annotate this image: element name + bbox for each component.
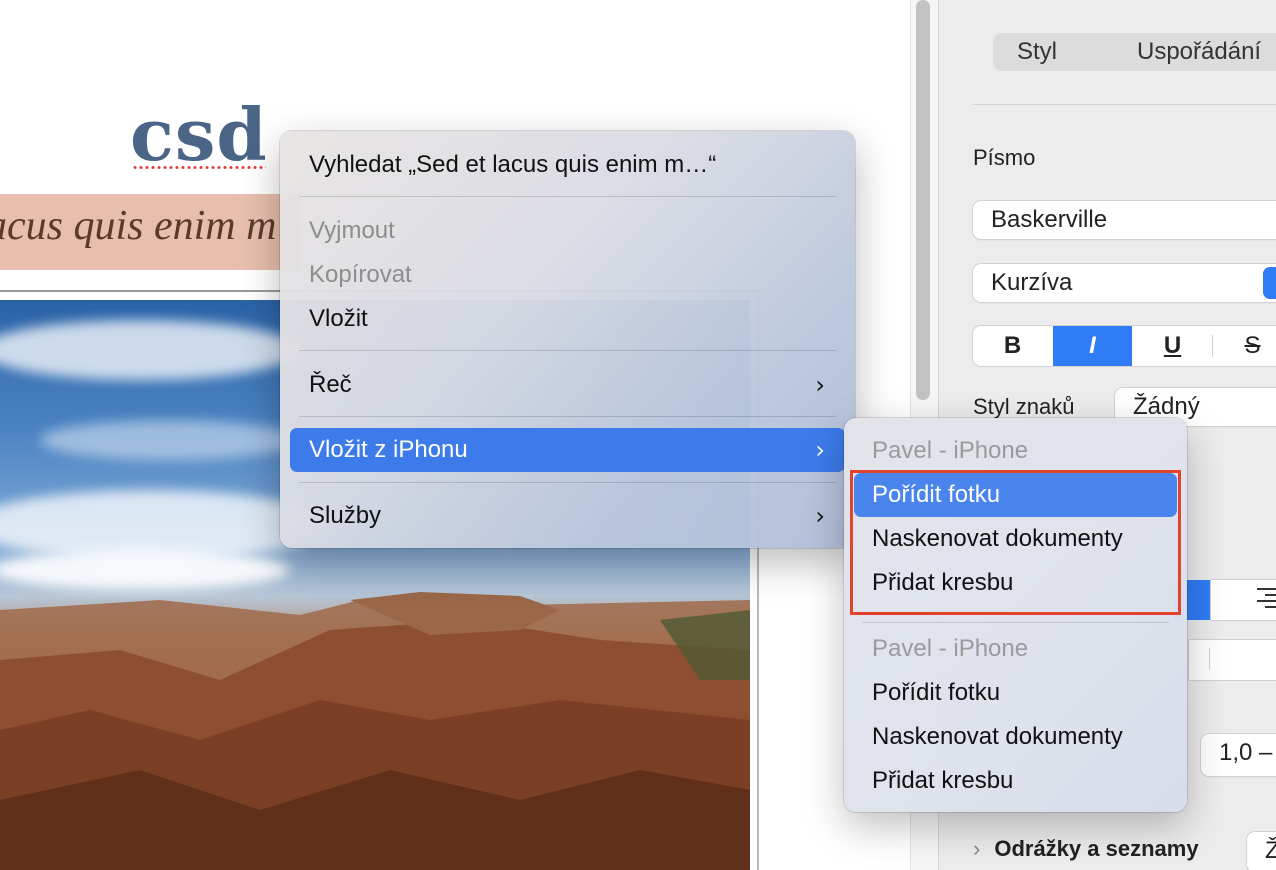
- menu-separator: [299, 196, 836, 197]
- menu-separator: [299, 482, 836, 483]
- submenu-add-sketch[interactable]: Přidat kresbu: [854, 759, 1177, 803]
- annotation-highlight-box: [850, 470, 1181, 615]
- font-family-popup[interactable]: Baskerville: [973, 201, 1276, 239]
- selected-quote-text[interactable]: acus quis enim m: [0, 194, 300, 270]
- bold-button[interactable]: B: [973, 326, 1052, 366]
- inspector-divider: [973, 104, 1276, 105]
- typeface-popup-arrows-icon[interactable]: [1263, 267, 1276, 299]
- menu-item-speech[interactable]: Řeč ›: [290, 363, 845, 407]
- document-heading-word[interactable]: csd: [130, 92, 268, 177]
- chevron-right-icon: ›: [815, 436, 825, 464]
- document-scrollbar-thumb[interactable]: [916, 0, 930, 400]
- bullets-section-toggle[interactable]: › Odrážky a seznamy: [973, 836, 1199, 862]
- menu-item-copy[interactable]: Kopírovat: [290, 253, 845, 297]
- bullets-popup[interactable]: Ž: [1247, 832, 1276, 870]
- italic-button[interactable]: I: [1053, 326, 1132, 366]
- menu-separator: [299, 416, 836, 417]
- menu-item-paste[interactable]: Vložit: [290, 297, 845, 341]
- submenu-separator: [862, 622, 1169, 623]
- menu-item-cut[interactable]: Vyjmout: [290, 209, 845, 253]
- text-format-buttons: B I U S: [973, 326, 1276, 366]
- chevron-right-icon: ›: [815, 502, 825, 530]
- submenu-device-header: Pavel - iPhone: [872, 437, 1029, 464]
- menu-item-lookup[interactable]: Vyhledat „Sed et lacus quis enim m…“: [290, 143, 845, 187]
- submenu-device-header: Pavel - iPhone: [872, 635, 1029, 662]
- disclosure-chevron-icon: ›: [973, 836, 981, 861]
- submenu-scan-documents[interactable]: Naskenovat dokumenty: [854, 715, 1177, 759]
- inspector-tabs: Styl Uspořádání: [993, 33, 1276, 71]
- underline-button[interactable]: U: [1133, 326, 1212, 366]
- menu-item-insert-from-iphone[interactable]: Vložit z iPhonu ›: [290, 428, 845, 472]
- menu-separator: [299, 350, 836, 351]
- context-menu: Vyhledat „Sed et lacus quis enim m…“ Vyj…: [280, 131, 855, 548]
- font-section-label: Písmo: [973, 145, 1036, 170]
- submenu-take-photo[interactable]: Pořídit fotku: [854, 671, 1177, 715]
- chevron-right-icon: ›: [815, 371, 825, 399]
- align-right-icon: [1257, 588, 1276, 610]
- char-style-label: Styl znaků: [973, 394, 1075, 419]
- tab-style[interactable]: Styl: [1017, 33, 1057, 71]
- indent-control[interactable]: [1189, 640, 1276, 680]
- tab-arrange[interactable]: Uspořádání: [1137, 33, 1261, 71]
- line-spacing-popup[interactable]: 1,0 –: [1201, 734, 1276, 776]
- indent-separator: [1209, 648, 1210, 670]
- strikethrough-button[interactable]: S: [1213, 326, 1276, 366]
- font-typeface-popup[interactable]: Kurzíva: [973, 264, 1276, 302]
- spellcheck-underline: [132, 166, 266, 169]
- menu-item-services[interactable]: Služby ›: [290, 494, 845, 538]
